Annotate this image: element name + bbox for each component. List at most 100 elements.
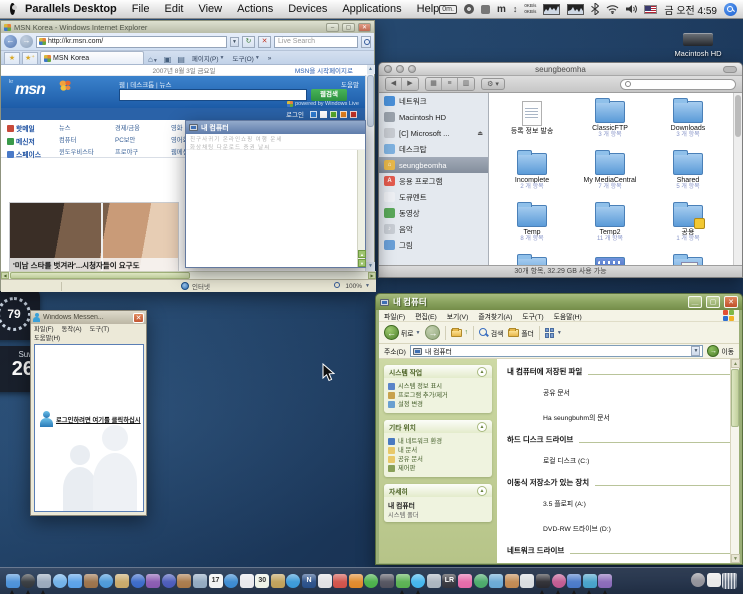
- wifi-icon[interactable]: [606, 4, 619, 14]
- finder-item[interactable]: 등록 정보 발송: [493, 97, 571, 149]
- display-mirror-icon[interactable]: 0m.: [439, 4, 457, 14]
- menu-item[interactable]: Parallels Desktop: [25, 3, 117, 15]
- file-item[interactable]: 공유 문서: [507, 381, 735, 406]
- dock-app-icon-msn-messenger[interactable]: [395, 574, 410, 594]
- back-forward-control[interactable]: ◀ ▶: [385, 77, 419, 91]
- ie-back-button[interactable]: ←: [4, 35, 17, 48]
- address-dropdown[interactable]: ▼: [691, 346, 701, 356]
- color-square-white[interactable]: [320, 110, 327, 118]
- menu-item[interactable]: Edit: [165, 3, 184, 15]
- list-view-button[interactable]: ≡: [442, 78, 458, 90]
- task-link[interactable]: 설정 변경: [388, 401, 488, 408]
- quick-link[interactable]: 스페이스: [7, 149, 59, 159]
- removable-item[interactable]: 3.5 플로피 (A:): [507, 492, 735, 517]
- xp-maximize-button[interactable]: ▢: [706, 296, 720, 308]
- finder-item[interactable]: Shared 5 개 항목: [649, 149, 727, 201]
- nav-link[interactable]: 뉴스: [59, 123, 115, 132]
- back-button[interactable]: ◀: [386, 78, 402, 90]
- dock-app-icon-webcam-eye[interactable]: [473, 574, 488, 588]
- dock-app-icon-lock-blue[interactable]: [567, 574, 582, 594]
- popup-scroll-down-arrow[interactable]: ▼: [358, 259, 366, 267]
- sidebar-item[interactable]: 데스크탑: [379, 141, 488, 157]
- print-button[interactable]: ▤: [175, 55, 187, 64]
- task-link[interactable]: 프로그램 추가/제거: [388, 392, 488, 399]
- back-button[interactable]: ← 뒤로 ▼: [384, 325, 420, 340]
- scroll-up-arrow[interactable]: ▲: [366, 65, 375, 74]
- finder-item[interactable]: Incomplete 2 개 항목: [493, 149, 571, 201]
- macintosh-hd-desktop-icon[interactable]: Macintosh HD: [664, 33, 732, 58]
- finder-item[interactable]: 공용 1 개 항목: [649, 201, 727, 253]
- menu-clock[interactable]: 금 오전 4:59: [664, 2, 717, 17]
- xp-title-bar[interactable]: 내 컴퓨터 ＿ ▢ ✕: [376, 294, 742, 310]
- drive-item[interactable]: 로컬 디스크 (C:): [507, 449, 735, 474]
- forward-button[interactable]: →: [425, 325, 441, 340]
- popup-title-bar[interactable]: 내 컴퓨터: [186, 121, 365, 134]
- dock-app-icon-text-editor[interactable]: [317, 574, 332, 588]
- search-magnifier-button[interactable]: [361, 35, 371, 48]
- help-link[interactable]: 도움말: [341, 79, 359, 89]
- dock-app-icon-safari[interactable]: [52, 574, 67, 588]
- volume-icon[interactable]: [626, 4, 638, 14]
- address-dropdown-button[interactable]: ▼: [230, 36, 239, 47]
- zoom-control[interactable]: 100% ▼: [332, 280, 376, 292]
- folders-button[interactable]: 폴더: [508, 327, 534, 338]
- finder-item[interactable]: [649, 253, 727, 265]
- icon-view-button[interactable]: ▦: [426, 78, 442, 90]
- column-view-button[interactable]: ▥: [458, 78, 474, 90]
- up-button[interactable]: ↑: [451, 327, 468, 337]
- home-button[interactable]: ⌂▼: [146, 55, 160, 64]
- place-link[interactable]: 내 문서: [388, 447, 488, 454]
- finder-item[interactable]: [571, 253, 649, 265]
- network-speed[interactable]: 0KB/s 0KB/s: [524, 3, 536, 15]
- finder-item[interactable]: Temp2 11 개 항목: [571, 201, 649, 253]
- sidebar-item[interactable]: 동영상: [379, 205, 488, 221]
- apple-menu-icon[interactable]: [10, 3, 18, 15]
- ie-horizontal-scrollbar[interactable]: ◀ ▶: [1, 271, 376, 279]
- sidebar-item[interactable]: ⌂ seungbeomha: [379, 157, 488, 173]
- finder-vertical-scrollbar[interactable]: [733, 93, 742, 265]
- ie-address-bar[interactable]: http://kr.msn.com/: [36, 35, 227, 48]
- menu-tools[interactable]: 도구(T): [90, 325, 110, 334]
- place-link[interactable]: 공유 문서: [388, 456, 488, 463]
- favorites-star-button[interactable]: ★: [4, 52, 20, 64]
- color-square-orange[interactable]: [340, 110, 347, 118]
- eject-icon[interactable]: ⏏: [477, 130, 483, 137]
- ie-forward-button[interactable]: →: [20, 35, 33, 48]
- popup-vertical-scrollbar[interactable]: ▲ ▼: [357, 150, 366, 267]
- view-switcher[interactable]: ▦ ≡ ▥: [425, 77, 475, 91]
- dock-app-icon-vlc[interactable]: [348, 574, 363, 588]
- tab-msn-korea[interactable]: MSN Korea: [40, 51, 144, 64]
- dock-app-icon-blue-globe[interactable]: [286, 574, 301, 588]
- nav-link[interactable]: 윈도우비스타: [59, 147, 115, 156]
- menu-item[interactable]: File: [132, 3, 150, 15]
- sidebar-item[interactable]: 네트워크: [379, 93, 488, 109]
- xp-scroll-thumb[interactable]: [731, 369, 739, 427]
- xp-menu-item[interactable]: 파일(F): [384, 311, 405, 321]
- dock-app-icon-chair-app[interactable]: [520, 574, 535, 588]
- scroll-thumb[interactable]: [367, 75, 374, 127]
- feeds-button[interactable]: ▣: [162, 55, 174, 64]
- ie-vertical-scrollbar[interactable]: ▲ ▼: [365, 65, 375, 271]
- go-button[interactable]: → 이동: [707, 345, 734, 357]
- dock-app-icon-play-green[interactable]: [364, 574, 379, 588]
- scroll-left-arrow[interactable]: ◀: [1, 272, 9, 279]
- dock-app-icon-utility-box[interactable]: [270, 574, 285, 588]
- dock-right-icon-display-utility[interactable]: [691, 573, 706, 587]
- xp-scroll-up-arrow[interactable]: ▲: [731, 359, 740, 368]
- page-menu-button[interactable]: 페이지(P) ▼: [189, 52, 228, 64]
- ie-stop-button[interactable]: ✕: [258, 35, 271, 48]
- finder-item[interactable]: [493, 253, 571, 265]
- dock-app-icon-system-app[interactable]: [239, 574, 254, 588]
- finder-search-field[interactable]: [620, 78, 736, 90]
- dock-app-icon-preview[interactable]: [36, 574, 51, 594]
- plugin-icon[interactable]: [480, 4, 490, 14]
- messenger-close-button[interactable]: ✕: [133, 312, 144, 323]
- file-item[interactable]: Ha seungbuhm의 문서: [507, 406, 735, 431]
- ie-title-bar[interactable]: MSN Korea - Windows Internet Explorer – …: [1, 21, 374, 33]
- address-field[interactable]: 내 컴퓨터 ▼: [409, 345, 704, 357]
- dock-app-icon-imovie[interactable]: [146, 574, 161, 588]
- dock-app-icon-video-player[interactable]: [380, 574, 395, 588]
- sidebar-item[interactable]: Macintosh HD: [379, 109, 488, 125]
- finder-title-bar[interactable]: seungbeomha: [379, 63, 742, 76]
- sign-in-row[interactable]: 로그인하려면 여기를 클릭하십시: [40, 411, 141, 427]
